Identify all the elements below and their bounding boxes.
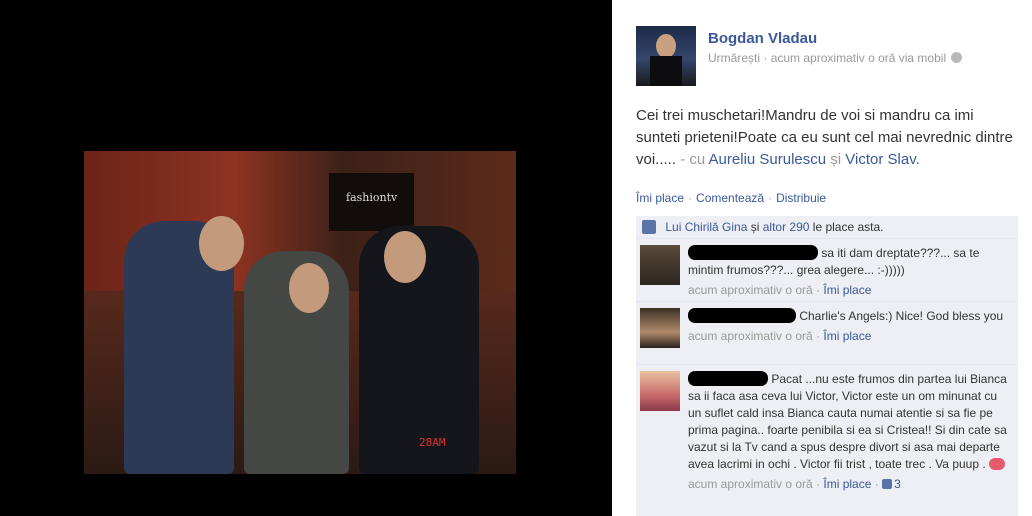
redacted-commenter-name (688, 245, 818, 260)
post-actions: Îmi place · Comentează · Distribuie (636, 191, 826, 205)
post-timestamp[interactable]: acum aproximativ o oră via mobil (771, 51, 946, 65)
comment-item: Charlie's Angels:) Nice! God bless you a… (636, 302, 1018, 365)
comment-body: Pacat ...nu este frumos din partea lui B… (688, 371, 1010, 493)
follow-label[interactable]: Urmărești (708, 51, 760, 65)
post-sidebar: Bogdan Vladau Urmărești · acum aproximat… (612, 0, 1032, 516)
avatar-suit (650, 56, 682, 86)
comment-item: sa iti dam dreptate???... sa te mintim f… (636, 239, 1018, 302)
liker-name-link[interactable]: Lui Chirilă Gina (665, 220, 747, 234)
avatar-face (656, 34, 676, 58)
photo-sign-text: fashiontv (346, 191, 398, 204)
comment-meta: acum aproximativ o oră · Îmi place (688, 329, 872, 343)
like-thumb-icon (642, 220, 656, 234)
other-likers-link[interactable]: altor 290 (763, 220, 810, 234)
comment-like-link[interactable]: Îmi place (823, 329, 871, 343)
with-prefix: - cu (680, 151, 706, 168)
like-thumb-icon (882, 479, 893, 489)
action-separator: · (768, 191, 773, 205)
comment-link[interactable]: Comentează (696, 191, 764, 205)
tagged-friend-link-2[interactable]: Victor Slav. (845, 151, 919, 168)
photo-head-right (384, 231, 426, 283)
kiss-emoticon-icon (989, 458, 1006, 470)
photo-head-middle (289, 263, 329, 313)
comment-like-link[interactable]: Îmi place (823, 477, 871, 491)
comment-text: Pacat ...nu este frumos din partea lui B… (688, 372, 1007, 471)
share-link[interactable]: Distribuie (776, 191, 826, 205)
comment-meta: acum aproximativ o oră · Îmi place · 3 (688, 477, 901, 491)
author-avatar[interactable] (636, 26, 696, 86)
commenter-avatar[interactable] (640, 245, 680, 285)
globe-icon (951, 52, 963, 63)
photo-viewer-stage: fashiontv 28AM (0, 0, 612, 516)
comment-item: Pacat ...nu este frumos din partea lui B… (636, 365, 1018, 516)
like-count-value: 3 (894, 477, 901, 491)
comment-time[interactable]: acum aproximativ o oră (688, 477, 813, 491)
action-separator: · (688, 191, 693, 205)
likes-suffix: le place asta. (812, 220, 884, 234)
comment-meta: acum aproximativ o oră · Îmi place (688, 283, 872, 297)
comment-body: Charlie's Angels:) Nice! God bless you a… (688, 308, 1010, 345)
commenter-avatar[interactable] (640, 371, 680, 411)
likes-summary: Lui Chirilă Gina și altor 290 le place a… (636, 216, 1018, 239)
redacted-commenter-name (688, 308, 796, 323)
post-status-text: Cei trei muschetari!Mandru de voi si man… (636, 105, 1016, 171)
tag-and-word: și (830, 151, 842, 168)
photo-head-left (199, 216, 244, 271)
post-meta: Urmărești · acum aproximativ o oră via m… (708, 51, 963, 65)
comment-text: Charlie's Angels:) Nice! God bless you (799, 309, 1004, 323)
commenter-avatar[interactable] (640, 308, 680, 348)
comment-like-link[interactable]: Îmi place (823, 283, 871, 297)
meta-separator: · (763, 51, 771, 65)
author-name-link[interactable]: Bogdan Vladau (708, 30, 817, 47)
post-photo[interactable]: fashiontv 28AM (84, 151, 516, 474)
tagged-friend-link-1[interactable]: Aureliu Surulescu (709, 151, 827, 168)
likes-and-word: și (750, 220, 760, 234)
comment-time[interactable]: acum aproximativ o oră (688, 283, 813, 297)
photo-date-stamp: 28AM (419, 436, 446, 449)
like-link[interactable]: Îmi place (636, 191, 684, 205)
comment-like-count[interactable]: 3 (882, 477, 901, 491)
redacted-commenter-name (688, 371, 768, 386)
comment-time[interactable]: acum aproximativ o oră (688, 329, 813, 343)
comment-body: sa iti dam dreptate???... sa te mintim f… (688, 245, 1010, 299)
